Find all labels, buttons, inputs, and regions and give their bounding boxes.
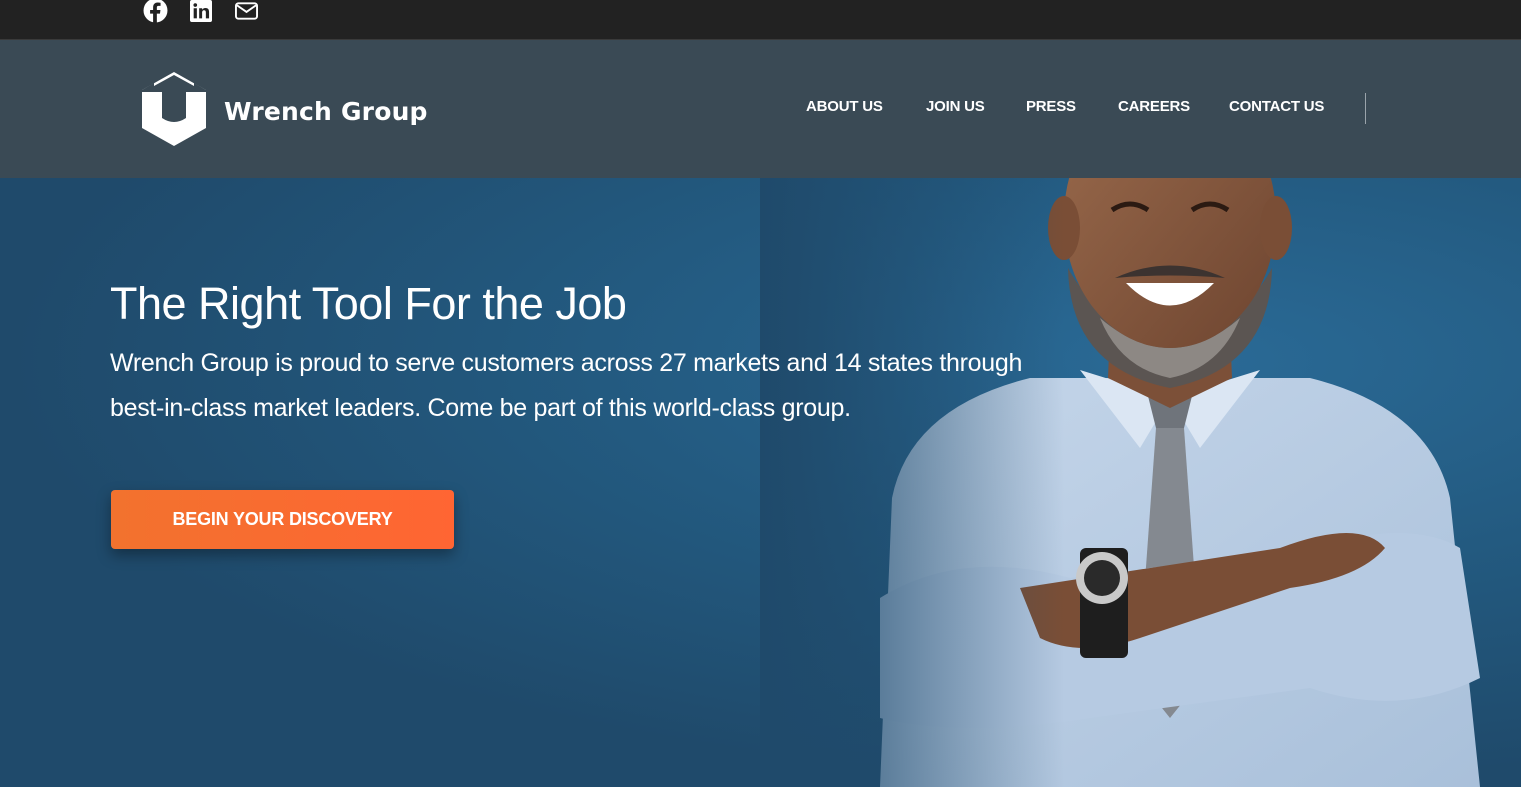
hero-description: Wrench Group is proud to serve customers… <box>110 349 1023 422</box>
linkedin-icon[interactable] <box>190 0 212 22</box>
brand-name: Wrench Group <box>224 96 428 126</box>
hero-title: The Right Tool For the Job <box>110 278 627 329</box>
site-header: Wrench Group ABOUT US JOIN US PRESS CARE… <box>0 40 1521 178</box>
brand-logo[interactable]: Wrench Group <box>140 70 428 148</box>
facebook-icon[interactable] <box>143 0 168 23</box>
wrench-logo-icon <box>142 72 206 146</box>
nav-contact-us[interactable]: CONTACT US <box>1229 98 1324 115</box>
begin-discovery-button[interactable]: BEGIN YOUR DISCOVERY <box>111 490 454 549</box>
social-topbar <box>0 0 1521 40</box>
nav-press[interactable]: PRESS <box>1026 98 1076 115</box>
email-icon[interactable] <box>235 0 258 22</box>
nav-about-us[interactable]: ABOUT US <box>806 98 883 115</box>
nav-join-us[interactable]: JOIN US <box>926 98 985 115</box>
nav-divider <box>1365 93 1366 124</box>
nav-careers[interactable]: CAREERS <box>1118 98 1190 115</box>
hero-background-fade <box>760 178 1521 787</box>
hero-section: The Right Tool For the Job Wrench Group … <box>0 178 1521 787</box>
